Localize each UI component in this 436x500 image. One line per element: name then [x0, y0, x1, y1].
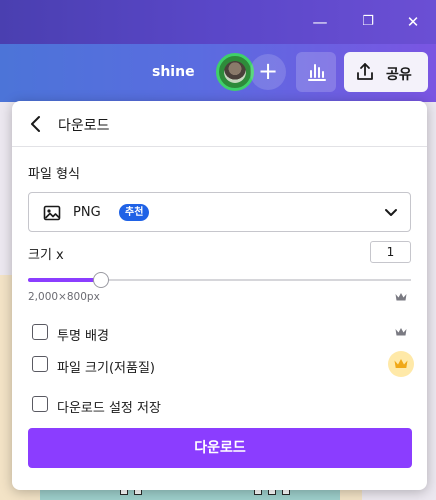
panel-title: 다운로드	[58, 118, 110, 134]
username-label: shine	[152, 64, 195, 80]
crown-icon	[395, 293, 407, 301]
chevron-left-icon	[31, 116, 40, 132]
share-button[interactable]: 공유	[344, 52, 428, 92]
size-slider[interactable]	[28, 272, 411, 288]
option-transparent-background[interactable]: 투명 배경	[32, 324, 392, 344]
option-save-download-settings[interactable]: 다운로드 설정 저장	[32, 396, 392, 416]
download-panel: 다운로드 파일 형식 PNG 추천 크기 x 1 2,000×800px 투명 …	[12, 101, 427, 490]
checkbox[interactable]	[32, 356, 48, 372]
pro-crown-badge	[388, 351, 414, 377]
close-button[interactable]: ✕	[401, 10, 425, 34]
crown-icon	[395, 328, 407, 336]
slider-thumb[interactable]	[93, 272, 109, 288]
bar-chart-icon	[308, 64, 326, 81]
crown-icon	[394, 359, 408, 368]
editor-header: shine + 공유	[0, 44, 436, 102]
share-label: 공유	[386, 67, 412, 83]
option-label: 다운로드 설정 저장	[57, 401, 161, 416]
back-button[interactable]	[24, 112, 48, 136]
share-upload-icon	[357, 63, 373, 80]
checkbox[interactable]	[32, 396, 48, 412]
panel-header: 다운로드	[12, 101, 427, 147]
minimize-button[interactable]: —	[308, 10, 332, 34]
dimensions-text: 2,000×800px	[28, 291, 100, 303]
file-type-value: PNG	[73, 205, 101, 220]
file-type-label: 파일 형식	[28, 167, 80, 182]
image-icon	[43, 205, 61, 221]
file-type-select[interactable]: PNG 추천	[28, 192, 411, 232]
window-titlebar: — ❐ ✕	[0, 0, 436, 44]
download-button[interactable]: 다운로드	[28, 428, 412, 468]
option-label: 투명 배경	[57, 329, 109, 344]
avatar[interactable]	[216, 53, 254, 91]
checkbox[interactable]	[32, 324, 48, 340]
size-multiplier-input[interactable]: 1	[370, 241, 411, 263]
slider-fill	[28, 278, 101, 282]
option-compress-file[interactable]: 파일 크기(저품질)	[32, 356, 392, 376]
add-collaborator-button[interactable]: +	[250, 54, 286, 90]
chevron-down-icon	[385, 209, 397, 216]
size-label: 크기 x	[28, 248, 64, 263]
option-label: 파일 크기(저품질)	[57, 361, 155, 376]
maximize-button[interactable]: ❐	[356, 10, 380, 34]
recommended-badge: 추천	[119, 204, 150, 221]
insights-button[interactable]	[296, 52, 336, 92]
